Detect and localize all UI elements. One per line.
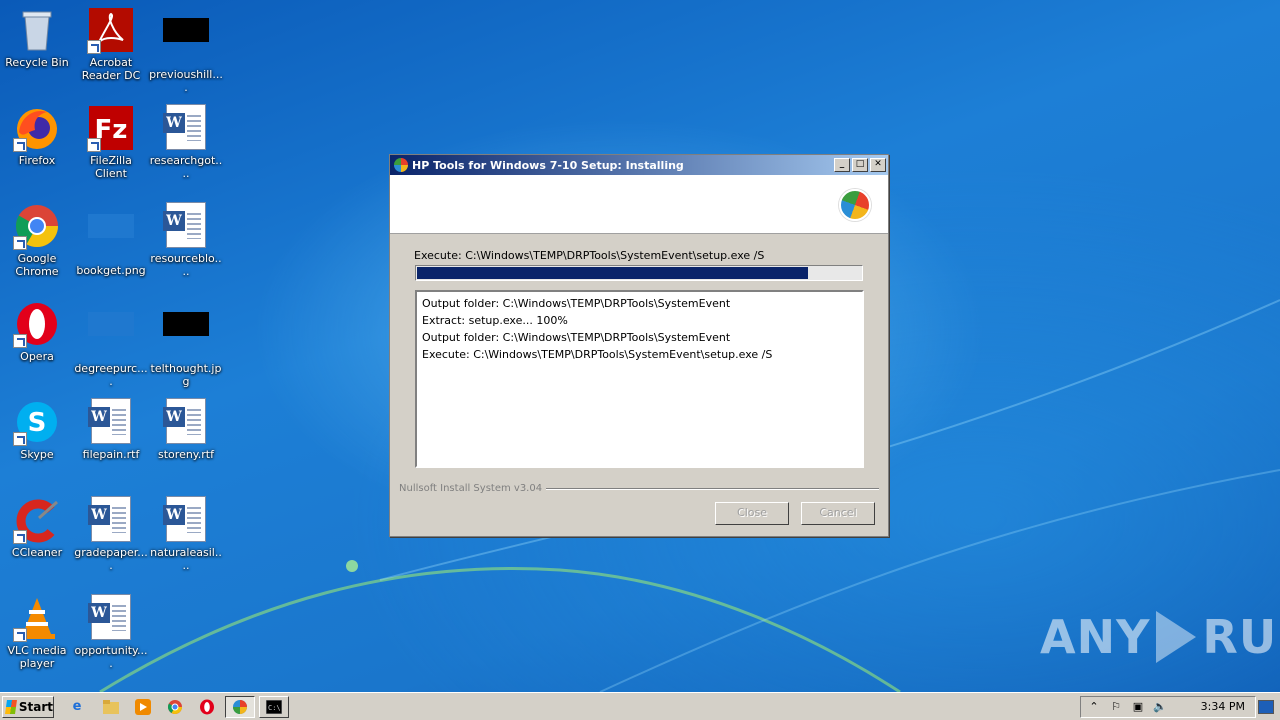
taskbar: Start e C:\ ⌃ ⚐ ▣ 🔈 3:34 PM xyxy=(0,692,1280,720)
media-player-icon[interactable] xyxy=(133,697,153,717)
image-file-icon xyxy=(87,214,135,262)
skype-icon: S xyxy=(13,398,61,446)
chrome-taskbar-icon[interactable] xyxy=(165,697,185,717)
ie-icon[interactable]: e xyxy=(67,697,87,717)
svg-text:S: S xyxy=(28,408,47,438)
desktop-icon-filepain[interactable]: W filepain.rtf xyxy=(74,398,148,461)
word-doc-icon: W xyxy=(87,496,135,544)
desktop-icon-skype[interactable]: S Skype xyxy=(0,398,74,461)
desktop-icon-degreepurc[interactable]: degreepurc.... xyxy=(74,300,148,388)
watermark-left: ANY xyxy=(1040,610,1151,664)
word-doc-icon: W xyxy=(162,202,210,250)
filezilla-icon: Fz xyxy=(87,104,135,152)
desktop-icon-resourceblo[interactable]: W resourceblo.... xyxy=(149,202,223,278)
taskbar-cmd[interactable]: C:\ xyxy=(259,695,289,718)
dialog-titlebar[interactable]: HP Tools for Windows 7-10 Setup: Install… xyxy=(390,155,888,175)
ccleaner-icon xyxy=(13,496,61,544)
word-doc-icon: W xyxy=(162,104,210,152)
show-hidden-icons-icon[interactable]: ⌃ xyxy=(1087,700,1101,714)
start-label: Start xyxy=(18,699,53,714)
desktop-icon-researchgot[interactable]: W researchgot.... xyxy=(149,104,223,180)
windows-logo-icon xyxy=(5,699,17,714)
desktop-icon-ccleaner[interactable]: CCleaner xyxy=(0,496,74,559)
desktop-icon-storeny[interactable]: W storeny.rtf xyxy=(149,398,223,461)
svg-text:C:\: C:\ xyxy=(268,704,281,712)
installer-app-icon xyxy=(394,158,408,172)
volume-icon[interactable]: 🔈 xyxy=(1153,700,1167,714)
watermark-right: RUN xyxy=(1202,610,1280,664)
vlc-icon xyxy=(13,594,61,642)
branding-divider xyxy=(546,487,879,490)
log-line: Extract: setup.exe... 100% xyxy=(422,314,568,327)
network-icon[interactable]: ▣ xyxy=(1131,700,1145,714)
word-doc-icon: W xyxy=(87,594,135,642)
install-log[interactable]: Output folder: C:\Windows\TEMP\DRPTools\… xyxy=(415,290,864,468)
log-line: Execute: C:\Windows\TEMP\DRPTools\System… xyxy=(422,348,773,361)
show-desktop-icon[interactable] xyxy=(1258,699,1274,714)
desktop-icon-filezilla[interactable]: Fz FileZilla Client xyxy=(74,104,148,180)
installer-branding: Nullsoft Install System v3.04 xyxy=(399,483,879,494)
minimize-button[interactable]: _ xyxy=(834,158,850,172)
desktop-icon-opera[interactable]: Opera xyxy=(0,300,74,363)
desktop-icon-chrome[interactable]: Google Chrome xyxy=(0,202,74,278)
clock[interactable]: 3:34 PM xyxy=(1201,700,1245,713)
opera-taskbar-icon[interactable] xyxy=(197,697,217,717)
progress-fill xyxy=(417,267,808,279)
desktop-icon-gradepaper[interactable]: W gradepaper.... xyxy=(74,496,148,572)
branding-text: Nullsoft Install System v3.04 xyxy=(399,483,543,494)
desktop-icon-previoushill[interactable]: previoushill.... xyxy=(149,6,223,94)
start-button[interactable]: Start xyxy=(2,695,54,718)
word-doc-icon: W xyxy=(162,398,210,446)
desktop-icon-acrobat[interactable]: Acrobat Reader DC xyxy=(74,6,148,82)
close-button[interactable]: Close xyxy=(715,502,789,525)
dialog-header xyxy=(390,175,888,234)
acrobat-icon xyxy=(87,6,135,54)
desktop-icon-firefox[interactable]: Firefox xyxy=(0,104,74,167)
desktop-icon-naturaleasil[interactable]: W naturaleasil.... xyxy=(149,496,223,572)
play-icon xyxy=(1156,611,1197,663)
image-file-icon xyxy=(162,312,210,360)
action-center-flag-icon[interactable]: ⚐ xyxy=(1109,700,1123,714)
desktop-icon-vlc[interactable]: VLC media player xyxy=(0,594,74,670)
cancel-button[interactable]: Cancel xyxy=(801,502,875,525)
taskbar-installer[interactable] xyxy=(225,695,255,718)
installer-logo-icon xyxy=(839,189,871,221)
desktop-icon-telthought[interactable]: telthought.jpg xyxy=(149,300,223,388)
desktop-icon-recycle-bin[interactable]: Recycle Bin xyxy=(0,6,74,69)
desktop-icon-opportunity[interactable]: W opportunity.... xyxy=(74,594,148,670)
image-file-icon xyxy=(87,312,135,360)
explorer-folder-icon[interactable] xyxy=(101,697,121,717)
anyrun-watermark: ANY RUN xyxy=(1040,610,1280,664)
system-tray: ⌃ ⚐ ▣ 🔈 3:34 PM xyxy=(1080,695,1256,718)
dialog-title: HP Tools for Windows 7-10 Setup: Install… xyxy=(412,158,684,172)
recycle-bin-icon xyxy=(13,6,61,54)
firefox-icon xyxy=(13,104,61,152)
maximize-button[interactable]: □ xyxy=(852,158,868,172)
desktop-icon-bookget[interactable]: bookget.png xyxy=(74,202,148,277)
install-progress-bar xyxy=(415,265,863,281)
opera-icon xyxy=(13,300,61,348)
install-status-text: Execute: C:\Windows\TEMP\DRPTools\System… xyxy=(414,249,765,262)
log-line: Output folder: C:\Windows\TEMP\DRPTools\… xyxy=(422,331,731,344)
chrome-icon xyxy=(13,202,61,250)
log-line: Output folder: C:\Windows\TEMP\DRPTools\… xyxy=(422,297,731,310)
word-doc-icon: W xyxy=(87,398,135,446)
installer-dialog: HP Tools for Windows 7-10 Setup: Install… xyxy=(389,154,889,537)
image-file-icon xyxy=(162,18,210,66)
close-window-button[interactable]: ✕ xyxy=(870,158,886,172)
word-doc-icon: W xyxy=(162,496,210,544)
